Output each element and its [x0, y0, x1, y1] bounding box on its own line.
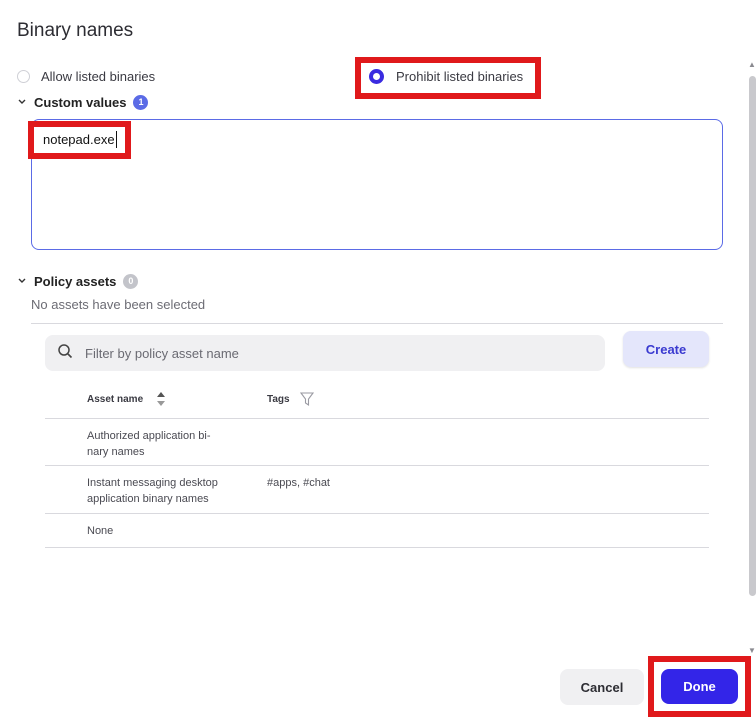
- asset-name-cell-cont: application binary names: [87, 493, 209, 505]
- create-button[interactable]: Create: [623, 331, 709, 367]
- table-divider: [45, 547, 709, 548]
- table-row[interactable]: Authorized application bi- nary names: [87, 428, 211, 460]
- radio-unchecked-icon[interactable]: [17, 69, 30, 83]
- custom-value-text[interactable]: notepad.exe: [42, 131, 117, 148]
- scroll-down-icon[interactable]: ▼: [748, 646, 756, 655]
- table-divider: [45, 513, 709, 514]
- asset-name-cell-cont: nary names: [87, 446, 145, 458]
- prohibit-listed-label: Prohibit listed binaries: [396, 68, 524, 84]
- asset-name-cell: Authorized application bi-: [87, 430, 211, 442]
- policy-assets-header[interactable]: Policy assets 0: [17, 274, 139, 289]
- custom-values-count-badge: 1: [133, 95, 149, 110]
- scroll-up-icon[interactable]: ▲: [748, 60, 756, 69]
- allow-listed-label: Allow listed binaries: [41, 68, 156, 84]
- column-header-asset-name[interactable]: Asset name: [87, 394, 143, 405]
- cancel-button[interactable]: Cancel: [560, 669, 644, 705]
- tags-cell: #apps, #chat: [267, 477, 330, 489]
- done-button[interactable]: Done: [661, 669, 738, 704]
- table-row[interactable]: Instant messaging desktop application bi…: [87, 475, 218, 507]
- custom-values-label: Custom values: [34, 95, 127, 110]
- table-divider: [45, 465, 709, 466]
- table-divider: [45, 418, 709, 419]
- no-assets-text: No assets have been selected: [31, 297, 206, 312]
- filter-icon[interactable]: [299, 391, 315, 412]
- dialog-title: Binary names: [17, 20, 134, 41]
- asset-search-box[interactable]: [45, 335, 605, 371]
- prohibit-listed-radio[interactable]: Prohibit listed binaries: [369, 66, 523, 86]
- custom-values-textarea[interactable]: [31, 119, 723, 250]
- search-icon: [57, 343, 73, 364]
- allow-listed-radio[interactable]: Allow listed binaries: [17, 66, 155, 86]
- sort-icon[interactable]: [156, 391, 166, 412]
- chevron-down-icon[interactable]: [17, 96, 31, 109]
- column-header-tags: Tags: [267, 394, 290, 405]
- policy-assets-label: Policy assets: [34, 274, 117, 289]
- custom-values-header[interactable]: Custom values 1: [17, 95, 149, 110]
- table-row[interactable]: None: [87, 523, 113, 539]
- section-divider: [31, 323, 723, 324]
- policy-assets-count-badge: 0: [123, 274, 139, 289]
- asset-search-input[interactable]: [83, 344, 567, 362]
- asset-name-cell: None: [87, 525, 114, 537]
- scrollbar-thumb[interactable]: [749, 76, 756, 596]
- asset-name-cell: Instant messaging desktop: [87, 477, 218, 489]
- chevron-down-icon[interactable]: [17, 275, 31, 288]
- radio-checked-icon[interactable]: [369, 68, 384, 84]
